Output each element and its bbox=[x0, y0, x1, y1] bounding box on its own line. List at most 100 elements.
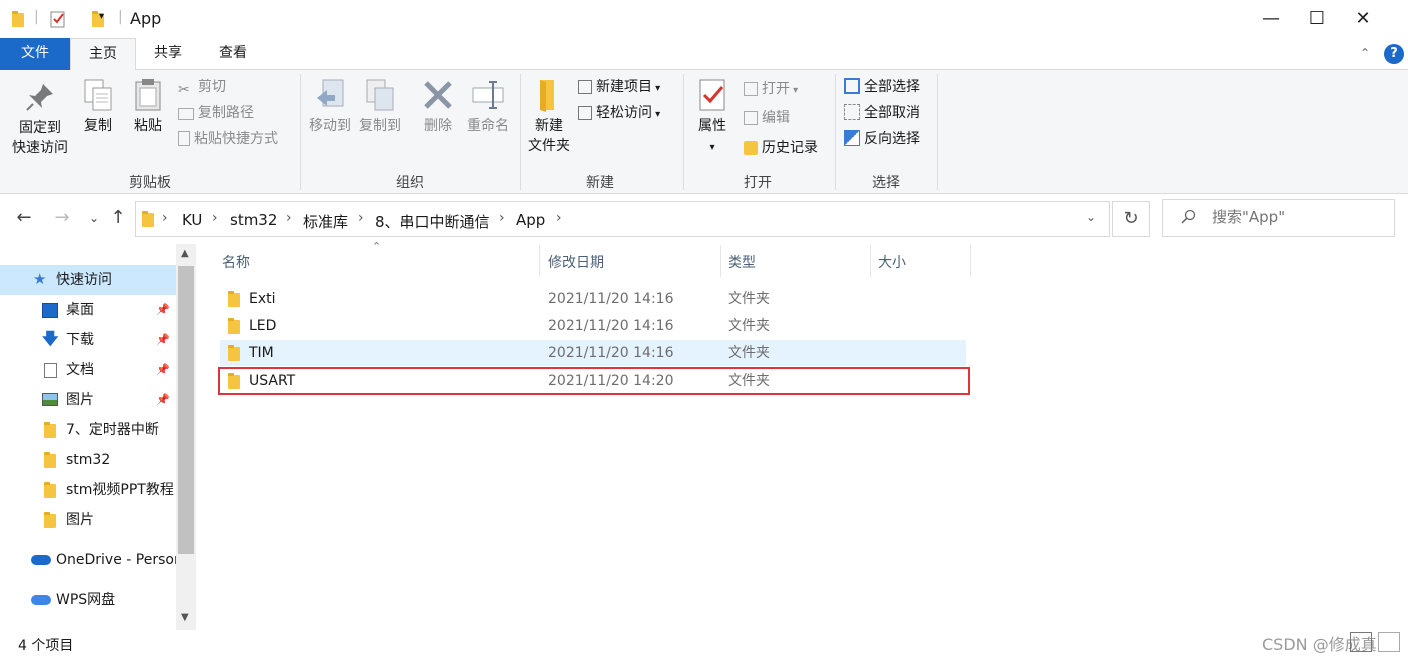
close-button[interactable]: ✕ bbox=[1340, 0, 1386, 38]
breadcrumb-chevron-icon[interactable]: › bbox=[358, 210, 364, 226]
breadcrumb-ku[interactable]: KU bbox=[182, 211, 202, 229]
window-title: App bbox=[130, 9, 162, 28]
scrollbar-thumb[interactable] bbox=[178, 266, 194, 554]
file-date: 2021/11/20 14:16 bbox=[548, 291, 674, 307]
properties-dropdown-icon[interactable]: ▾ bbox=[709, 142, 714, 153]
column-divider[interactable] bbox=[539, 245, 540, 277]
tab-home[interactable]: 主页 bbox=[70, 38, 136, 71]
sidebar-item-label: 图片 bbox=[66, 392, 94, 408]
history-button[interactable]: 历史记录 bbox=[744, 137, 818, 159]
breadcrumb-chevron-icon[interactable]: › bbox=[286, 210, 292, 226]
back-arrow-icon[interactable]: ← bbox=[12, 204, 36, 232]
sidebar-item-desktop[interactable]: 桌面 📌 bbox=[0, 295, 176, 325]
minimize-button[interactable]: — bbox=[1248, 0, 1294, 38]
breadcrumb-chevron-icon[interactable]: › bbox=[212, 210, 218, 226]
sidebar-item-documents[interactable]: 文档 📌 bbox=[0, 355, 176, 385]
paste-shortcut-label: 粘贴快捷方式 bbox=[194, 131, 278, 147]
move-to-button[interactable]: 移动到 bbox=[306, 78, 354, 136]
sidebar-item-label: 文档 bbox=[66, 362, 94, 378]
column-divider[interactable] bbox=[870, 245, 871, 277]
title-bar: | ▾ | App — ☐ ✕ bbox=[0, 0, 1408, 38]
sidebar-item-stm32[interactable]: stm32 bbox=[0, 445, 176, 475]
column-header-name[interactable]: 名称 bbox=[222, 252, 250, 272]
scroll-down-icon[interactable]: ▼ bbox=[181, 612, 189, 623]
paste-button[interactable]: 粘贴 bbox=[128, 78, 168, 136]
large-icons-view-icon[interactable] bbox=[1378, 632, 1400, 652]
sidebar-item-wps-cloud[interactable]: WPS网盘 bbox=[0, 585, 176, 615]
file-date: 2021/11/20 14:16 bbox=[548, 345, 674, 361]
help-icon[interactable]: ? bbox=[1384, 44, 1404, 64]
column-header-type[interactable]: 类型 bbox=[728, 252, 756, 272]
easy-access-button[interactable]: 轻松访问 ▾ bbox=[578, 102, 660, 124]
properties-button[interactable]: 属性 ▾ bbox=[690, 78, 734, 158]
edit-label: 编辑 bbox=[762, 110, 790, 126]
refresh-icon[interactable]: ↻ bbox=[1112, 201, 1150, 237]
select-none-button[interactable]: 全部取消 bbox=[844, 102, 920, 124]
select-all-button[interactable]: 全部选择 bbox=[844, 76, 920, 98]
breadcrumb-chevron-icon[interactable]: › bbox=[556, 210, 562, 226]
tab-share[interactable]: 共享 bbox=[136, 38, 200, 70]
history-icon bbox=[744, 141, 758, 155]
address-history-chevron-icon[interactable]: ⌄ bbox=[1086, 210, 1096, 224]
sidebar-item-onedrive[interactable]: OneDrive - Personal bbox=[0, 545, 176, 575]
collapse-ribbon-icon[interactable]: ⌃ bbox=[1360, 46, 1370, 60]
sidebar-item-label: 7、定时器中断 bbox=[66, 422, 159, 438]
maximize-button[interactable]: ☐ bbox=[1294, 0, 1340, 38]
sidebar-item-stm-video[interactable]: stm视频PPT教程 bbox=[0, 475, 176, 505]
new-folder-button[interactable]: 新建 文件夹 bbox=[524, 78, 574, 156]
sidebar-item-timer-interrupt[interactable]: 7、定时器中断 bbox=[0, 415, 176, 445]
up-arrow-icon[interactable]: ↑ bbox=[106, 204, 130, 232]
breadcrumb-app[interactable]: App bbox=[516, 211, 545, 229]
properties-quick-icon[interactable] bbox=[49, 10, 67, 28]
invert-selection-button[interactable]: 反向选择 bbox=[844, 128, 920, 150]
breadcrumb-standard-lib[interactable]: 标准库 bbox=[303, 211, 348, 232]
search-input[interactable] bbox=[1212, 208, 1382, 226]
pin-icon[interactable]: 📌 bbox=[156, 385, 170, 415]
paste-shortcut-button[interactable]: 粘贴快捷方式 bbox=[178, 128, 278, 150]
sidebar-item-downloads[interactable]: 🡇 下载 📌 bbox=[0, 325, 176, 355]
annotation-highlight-box bbox=[218, 367, 970, 395]
sidebar-item-pictures[interactable]: 图片 📌 bbox=[0, 385, 176, 415]
file-row-led[interactable]: LED 2021/11/20 14:16 文件夹 bbox=[220, 313, 966, 339]
open-label: 打开 bbox=[762, 81, 790, 97]
file-row-tim[interactable]: TIM 2021/11/20 14:16 文件夹 bbox=[220, 340, 966, 366]
pin-icon[interactable]: 📌 bbox=[156, 355, 170, 385]
forward-arrow-icon[interactable]: → bbox=[50, 204, 74, 232]
column-divider[interactable] bbox=[720, 245, 721, 277]
edit-button[interactable]: 编辑 bbox=[744, 107, 790, 129]
address-bar[interactable]: › KU › stm32 › 标准库 › 8、串口中断通信 › App › ⌄ bbox=[135, 201, 1110, 237]
rename-button[interactable]: 重命名 bbox=[464, 78, 512, 136]
new-item-button[interactable]: 新建项目 ▾ bbox=[578, 76, 660, 98]
file-row-exti[interactable]: Exti 2021/11/20 14:16 文件夹 bbox=[220, 286, 966, 312]
scroll-up-icon[interactable]: ▲ bbox=[181, 248, 189, 259]
open-button[interactable]: 打开 ▾ bbox=[744, 78, 798, 100]
copy-path-button[interactable]: 复制路径 bbox=[178, 102, 254, 124]
pin-icon[interactable]: 📌 bbox=[156, 295, 170, 325]
tab-file[interactable]: 文件 bbox=[0, 38, 70, 70]
breadcrumb-chevron-icon[interactable]: › bbox=[162, 210, 168, 226]
desktop-icon bbox=[42, 303, 58, 318]
column-header-date[interactable]: 修改日期 bbox=[548, 252, 604, 272]
pin-icon[interactable]: 📌 bbox=[156, 325, 170, 355]
column-divider[interactable] bbox=[970, 245, 971, 277]
status-item-count: 4 个项目 bbox=[18, 638, 74, 654]
sidebar-item-pictures-folder[interactable]: 图片 bbox=[0, 505, 176, 535]
column-header-size[interactable]: 大小 bbox=[878, 252, 906, 272]
sort-ascending-icon: ⌃ bbox=[372, 240, 382, 253]
scissors-icon: ✂ bbox=[178, 82, 190, 98]
recent-locations-chevron-icon[interactable]: ⌄ bbox=[82, 204, 106, 232]
breadcrumb-chevron-icon[interactable]: › bbox=[499, 210, 505, 226]
copy-to-button[interactable]: 复制到 bbox=[356, 78, 404, 136]
breadcrumb-uart-interrupt[interactable]: 8、串口中断通信 bbox=[375, 211, 490, 232]
pin-to-quick-access-button[interactable]: 固定到 快速访问 bbox=[8, 80, 72, 158]
sidebar-item-quick-access[interactable]: ★ 快速访问 bbox=[0, 265, 176, 295]
breadcrumb-stm32[interactable]: stm32 bbox=[230, 211, 277, 229]
delete-button[interactable]: 删除 bbox=[418, 78, 458, 136]
tab-view[interactable]: 查看 bbox=[200, 38, 266, 70]
cut-button[interactable]: ✂ 剪切 bbox=[178, 76, 226, 98]
details-view-icon[interactable] bbox=[1350, 632, 1372, 652]
customize-toolbar-icon[interactable]: ▾ bbox=[99, 11, 104, 22]
sidebar-item-label: WPS网盘 bbox=[56, 592, 116, 608]
move-to-icon bbox=[317, 79, 344, 107]
copy-button[interactable]: 复制 bbox=[78, 78, 118, 136]
